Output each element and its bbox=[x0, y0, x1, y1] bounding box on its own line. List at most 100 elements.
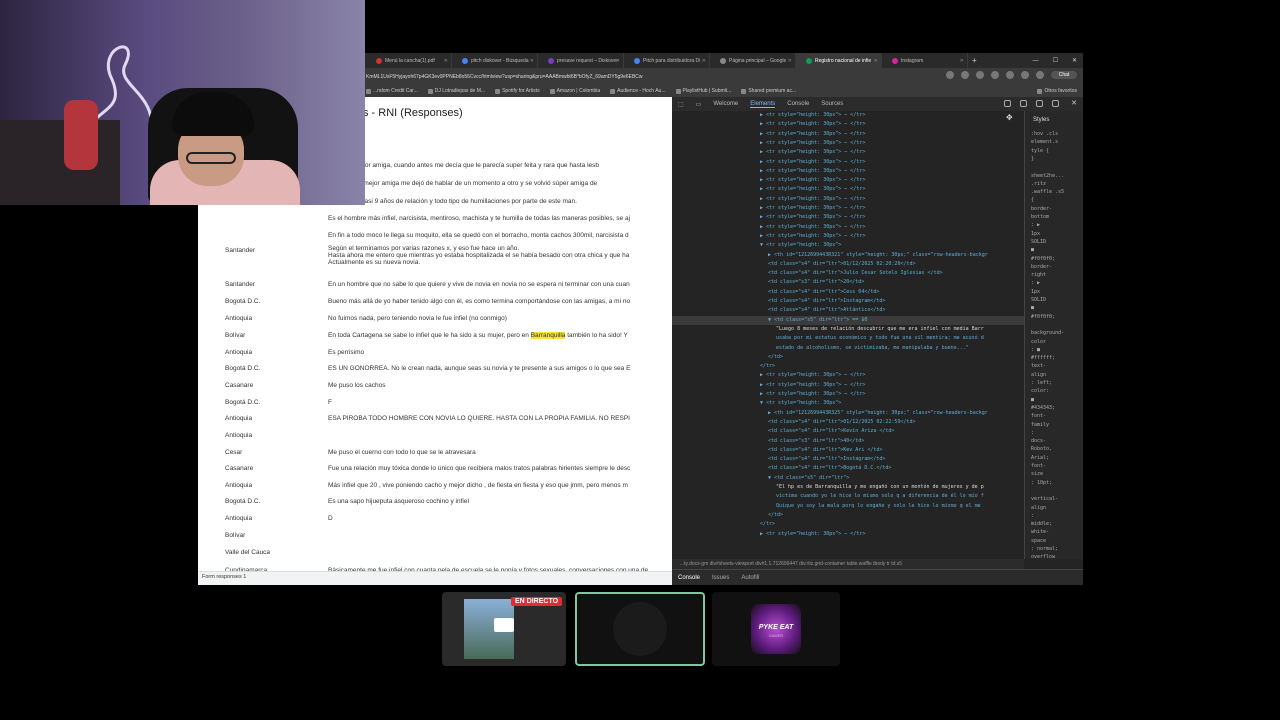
settings-icon[interactable] bbox=[1036, 100, 1043, 107]
region-cell[interactable]: Bogotá D.C. bbox=[225, 298, 260, 305]
dom-node-line[interactable]: "Luego 8 meses de relación descubrir que… bbox=[672, 325, 1024, 334]
dom-node-line[interactable]: ▼ <td class="s5" dir="ltr"> == $0 bbox=[672, 315, 1024, 325]
table-row[interactable]: Antioquia bbox=[198, 427, 672, 444]
dom-node-line[interactable]: ▶ <tr style="height: 30px"> ⋯ </tr> bbox=[672, 204, 1024, 213]
browser-tab[interactable]: Instagram ✕ bbox=[882, 53, 968, 68]
response-cell[interactable]: Más infiel que 20 , vive poniendo cacho … bbox=[328, 482, 664, 489]
dom-node-line[interactable]: ▼ <tr style="height: 30px"> bbox=[672, 241, 1024, 250]
sheet-tab[interactable]: Form responses 1 bbox=[202, 574, 246, 580]
response-cell[interactable]: En fin a todo moco le llega su moquito, … bbox=[328, 232, 664, 239]
response-cell[interactable]: Es perrisimo bbox=[328, 349, 664, 356]
region-cell[interactable]: Antioquia bbox=[225, 315, 252, 322]
styles-header[interactable]: Styles bbox=[1033, 117, 1049, 123]
other-favorites[interactable]: Otros favoritos bbox=[1037, 88, 1077, 94]
response-cell[interactable]: D bbox=[328, 515, 664, 522]
region-cell[interactable]: Casanare bbox=[225, 382, 253, 389]
tab-welcome[interactable]: Welcome bbox=[713, 101, 738, 107]
dom-node-line[interactable]: <td class="s4" dir="ltr">Bogotá D.C.</td… bbox=[672, 464, 1024, 473]
response-cell[interactable]: ES UN GONORREA. No le crean nada, aunque… bbox=[328, 365, 664, 372]
maximize-icon[interactable]: ☐ bbox=[1053, 57, 1058, 64]
response-cell[interactable]: Fue una relación muy tóxica donde lo úni… bbox=[328, 465, 664, 472]
table-row[interactable]: Bolívar bbox=[198, 527, 672, 544]
dom-node-line[interactable]: <td class="s4" dir="ltr">Instagram</td> bbox=[672, 297, 1024, 306]
chat-button[interactable]: Chat bbox=[1051, 71, 1077, 79]
extensions-icon[interactable] bbox=[991, 71, 999, 79]
dom-node-line[interactable]: <td class="s4" dir="ltr">Instagram</td> bbox=[672, 455, 1024, 464]
region-cell[interactable]: Bolívar bbox=[225, 532, 245, 539]
drawer-tab-issues[interactable]: Issues bbox=[712, 575, 729, 581]
dom-node-line[interactable]: estado de alcoholismo, se victimizaba, m… bbox=[672, 344, 1024, 353]
dom-node-line[interactable]: <td class="s4" dir="ltr">Cess 04</td> bbox=[672, 288, 1024, 297]
table-row[interactable]: Bogotá D.C. ES UN GONORREA. No le crean n… bbox=[198, 360, 672, 377]
dom-node-line[interactable]: <td class="s3" dir="ltr">20</td> bbox=[672, 278, 1024, 287]
dom-node-line[interactable]: ▶ <tr style="height: 30px"> ⋯ </tr> bbox=[672, 139, 1024, 148]
avatar[interactable] bbox=[1021, 71, 1029, 79]
response-cell[interactable]: o todos los casi 9 años de relación y to… bbox=[328, 198, 664, 205]
dom-node-line[interactable]: ▶ <tr style="height: 30px"> ⋯ </tr> bbox=[672, 176, 1024, 185]
dom-node-line[interactable]: </td> bbox=[672, 511, 1024, 520]
close-tab-icon[interactable]: ✕ bbox=[444, 58, 448, 64]
region-cell[interactable]: Santander bbox=[225, 247, 255, 254]
table-row[interactable]: Casanare Fue una relación muy tóxica dond… bbox=[198, 460, 672, 477]
table-row[interactable]: Bogotá D.C. Es una sapo hijueputa asquero… bbox=[198, 493, 672, 510]
region-cell[interactable]: Bogotá D.C. bbox=[225, 365, 260, 372]
dom-node-line[interactable]: ▶ <tr style="height: 30px"> ⋯ </tr> bbox=[672, 120, 1024, 129]
table-row[interactable]: Bolívar En toda Cartagena se sabe lo infi… bbox=[198, 327, 672, 344]
table-row[interactable]: Bogotá D.C. F bbox=[198, 394, 672, 411]
table-row[interactable]: Bogotá D.C. Bueno más allá de yo haber te… bbox=[198, 293, 672, 310]
dom-node-line[interactable]: ▶ <tr style="height: 30px"> ⋯ </tr> bbox=[672, 223, 1024, 232]
dom-node-line[interactable]: ▶ <tr style="height: 30px"> ⋯ </tr> bbox=[672, 390, 1024, 399]
dom-node-line[interactable]: ▶ <tr style="height: 30px"> ⋯ </tr> bbox=[672, 530, 1024, 539]
dom-node-line[interactable]: ▶ <tr style="height: 30px"> ⋯ </tr> bbox=[672, 232, 1024, 241]
performance-icon[interactable] bbox=[1020, 100, 1027, 107]
region-cell[interactable]: Antioquia bbox=[225, 482, 252, 489]
table-row[interactable]: Antioquia D bbox=[198, 510, 672, 527]
scene-thumbnail-logo[interactable]: PYKE EAT GAMER bbox=[712, 592, 840, 666]
inspect-icon[interactable]: ⬚ bbox=[678, 101, 684, 108]
breadcrumb[interactable]: ...ty.docs-gm div#sheets-viewport div#1.… bbox=[672, 559, 1024, 569]
tab-sources[interactable]: Sources bbox=[821, 101, 843, 107]
bookmark-item[interactable]: Shared premium ac... bbox=[741, 88, 796, 94]
response-cell[interactable]: Bueno más allá de yo haber tenido algo c… bbox=[328, 298, 664, 305]
downloads-icon[interactable] bbox=[1006, 71, 1014, 79]
table-row[interactable]: Santander En un hombre que no sabe lo que… bbox=[198, 276, 672, 293]
region-cell[interactable]: Cesar bbox=[225, 449, 242, 456]
dom-node-line[interactable]: <td class="s4" dir="ltr">01/12/2025 02:2… bbox=[672, 418, 1024, 427]
bookmark-item[interactable]: PlaylistHub | Submit... bbox=[675, 88, 731, 94]
dom-node-line[interactable]: víctima cuando yo le hice lo mismo solo … bbox=[672, 492, 1024, 501]
response-cell[interactable]: No fuimos nada, pero teniendo novia le f… bbox=[328, 315, 664, 322]
response-cell[interactable]: En toda Cartagena se sabe lo infiel que … bbox=[328, 332, 664, 339]
browser-tab[interactable]: Pitch para distribuidora Di ✕ bbox=[624, 53, 710, 68]
region-cell[interactable]: Santander bbox=[225, 281, 255, 288]
translate-icon[interactable] bbox=[946, 71, 954, 79]
menu-icon[interactable] bbox=[1036, 71, 1044, 79]
response-cell[interactable]: Me puso el cuerno con todo lo que se le … bbox=[328, 449, 664, 456]
response-cell[interactable]: Según el terminamos por varias razones x… bbox=[328, 245, 664, 266]
table-row[interactable]: Casanare Me puso los cachos bbox=[198, 377, 672, 394]
dom-node-line[interactable]: ▶ <tr style="height: 30px"> ⋯ </tr> bbox=[672, 185, 1024, 194]
dom-node-line[interactable]: </tr> bbox=[672, 362, 1024, 371]
pin-icon[interactable]: ✥ bbox=[1006, 113, 1013, 122]
table-row[interactable]: Antioquia No fuimos nada, pero teniendo n… bbox=[198, 310, 672, 327]
dom-node-line[interactable]: <td class="s4" dir="ltr">Atlántico</td> bbox=[672, 306, 1024, 315]
minimize-icon[interactable]: — bbox=[1033, 58, 1039, 64]
dom-node-line[interactable]: <td class="s4" dir="ltr">01/12/2025 02:2… bbox=[672, 260, 1024, 269]
dom-node-line[interactable]: <td class="s4" dir="ltr">Julio Cesar Sot… bbox=[672, 269, 1024, 278]
response-cell[interactable]: ESA PIROBA TODO HOMBRE CON NOVIA LO QUIE… bbox=[328, 415, 664, 422]
url-field[interactable]: KmML1UsF5Hyjayoh67p4GK3ev0PPNEb8o56Cvcc/… bbox=[366, 74, 643, 80]
table-row[interactable]: Santander Según el terminamos por varias … bbox=[198, 242, 672, 276]
dom-node-line[interactable]: ▶ <tr style="height: 30px"> ⋯ </tr> bbox=[672, 148, 1024, 157]
dock-icon[interactable] bbox=[1052, 100, 1059, 107]
region-cell[interactable]: Casanare bbox=[225, 465, 253, 472]
close-window-icon[interactable]: ✕ bbox=[1072, 57, 1077, 64]
dom-node-line[interactable]: ▶ <tr style="height: 30px"> ⋯ </tr> bbox=[672, 213, 1024, 222]
dom-node-line[interactable]: ▶ <tr style="height: 30px"> ⋯ </tr> bbox=[672, 111, 1024, 120]
browser-tab[interactable]: Página principal – Google ✕ bbox=[710, 53, 796, 68]
region-cell[interactable]: Valle del Cauca bbox=[225, 549, 270, 556]
scene-thumbnail-screen[interactable]: EN DIRECTO bbox=[442, 592, 566, 666]
region-cell[interactable]: Antioquia bbox=[225, 349, 252, 356]
browser-tab[interactable]: presave request – Diskover ✕ bbox=[538, 53, 624, 68]
scene-thumbnail-camera[interactable] bbox=[575, 592, 705, 666]
region-cell[interactable]: Antioquia bbox=[225, 432, 252, 439]
new-tab-icon[interactable]: + bbox=[972, 56, 977, 65]
